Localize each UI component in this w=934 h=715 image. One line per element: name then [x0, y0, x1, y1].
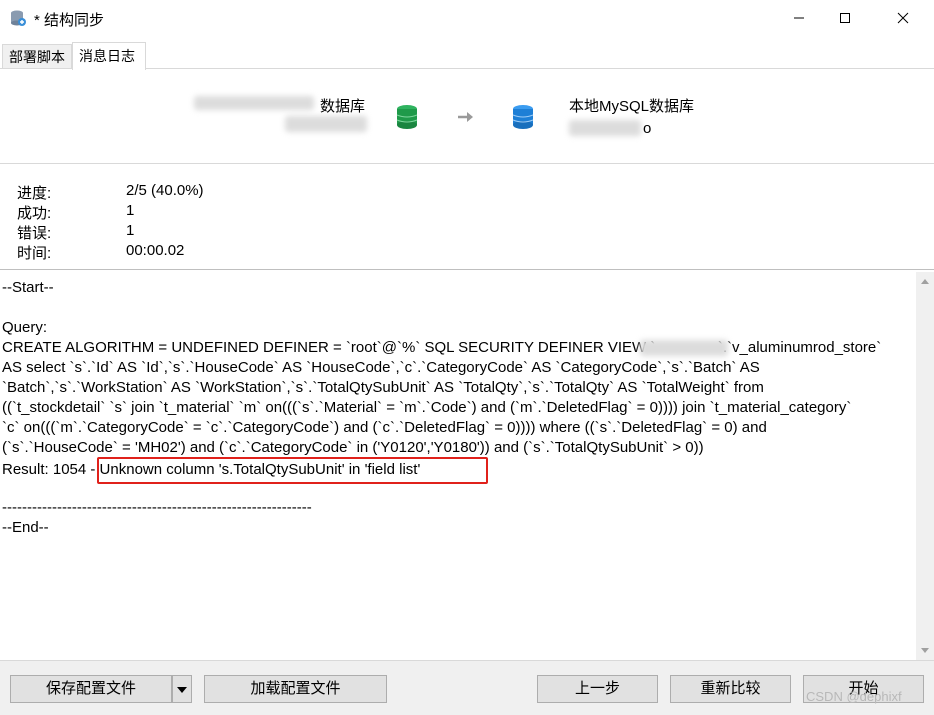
time-value: 00:00.02: [126, 242, 185, 259]
scroll-up-button[interactable]: [916, 272, 934, 290]
log-line: --Start--: [2, 279, 54, 296]
previous-step-button[interactable]: 上一步: [537, 675, 658, 703]
window-title: * 结构同步: [34, 12, 105, 29]
maximize-button[interactable]: [822, 0, 868, 36]
minimize-button[interactable]: [776, 0, 822, 36]
log-separator: ----------------------------------------…: [2, 499, 312, 516]
tab-deploy-script[interactable]: 部署脚本: [2, 44, 72, 68]
maximize-icon: [840, 13, 850, 23]
target-db-label: 本地MySQL数据库: [569, 98, 695, 115]
log-line: `c` on(((`m`.`CategoryCode` = `c`.`Categ…: [2, 419, 767, 436]
recompare-button[interactable]: 重新比较: [670, 675, 791, 703]
log-line: AS select `s`.`Id` AS `Id`,`s`.`HouseCod…: [2, 359, 760, 376]
log-line: (`s`.`HouseCode` = 'MH02') and (`c`.`Cat…: [2, 439, 704, 456]
database-header: 数据库 本地MySQL数据库 o: [0, 68, 934, 164]
source-database-icon: [396, 105, 418, 129]
log-line: `Batch`,`s`.`WorkStation` AS `WorkStatio…: [2, 379, 764, 396]
chevron-down-icon: [921, 648, 929, 653]
divider: [0, 269, 934, 270]
target-db-name: o: [643, 120, 652, 137]
redacted-source-name: [194, 96, 314, 110]
time-label: 时间:: [17, 245, 52, 262]
tab-bar: 部署脚本 消息日志: [0, 40, 934, 70]
app-icon: [11, 10, 26, 26]
log-line: CREATE ALGORITHM = UNDEFINED DEFINER = `…: [2, 339, 882, 356]
title-bar: * 结构同步: [0, 0, 934, 36]
redacted-schema: [640, 340, 728, 356]
error-value: 1: [126, 222, 135, 239]
progress-value: 2/5 (40.0%): [126, 182, 204, 199]
message-log[interactable]: --Start-- Query: CREATE ALGORITHM = UNDE…: [0, 272, 916, 660]
watermark: CSDN @dephixf: [806, 689, 902, 704]
log-line: --End--: [2, 519, 49, 536]
progress-label: 进度:: [17, 185, 52, 202]
scroll-down-button[interactable]: [916, 642, 934, 660]
log-line: ((`t_stockdetail` `s` join `t_material` …: [2, 399, 852, 416]
close-icon: [897, 12, 909, 24]
success-value: 1: [126, 202, 135, 219]
success-label: 成功:: [17, 205, 52, 222]
redacted-target-name: [569, 120, 641, 136]
arrow-right-icon: [458, 112, 473, 122]
vertical-scrollbar[interactable]: [916, 272, 934, 660]
log-line: Query:: [2, 319, 48, 336]
error-label: 错误:: [17, 225, 52, 242]
bottom-toolbar: 保存配置文件 加载配置文件 上一步 重新比较 开始 CSDN @dephixf: [0, 660, 934, 715]
redacted-source-detail: [285, 116, 367, 132]
chevron-up-icon: [921, 279, 929, 284]
tab-message-log[interactable]: 消息日志: [72, 42, 146, 70]
save-config-dropdown-button[interactable]: [172, 675, 192, 703]
source-db-label: 数据库: [320, 98, 366, 115]
target-database-icon: [512, 105, 534, 129]
caret-down-icon: [177, 687, 187, 693]
load-config-button[interactable]: 加载配置文件: [204, 675, 387, 703]
error-highlight-box: [97, 457, 488, 484]
minimize-icon: [794, 17, 804, 19]
progress-panel: 进度: 2/5 (40.0%) 成功: 1 错误: 1 时间: 00:00.02: [0, 164, 934, 268]
close-button[interactable]: [880, 0, 926, 36]
save-config-button[interactable]: 保存配置文件: [10, 675, 172, 703]
